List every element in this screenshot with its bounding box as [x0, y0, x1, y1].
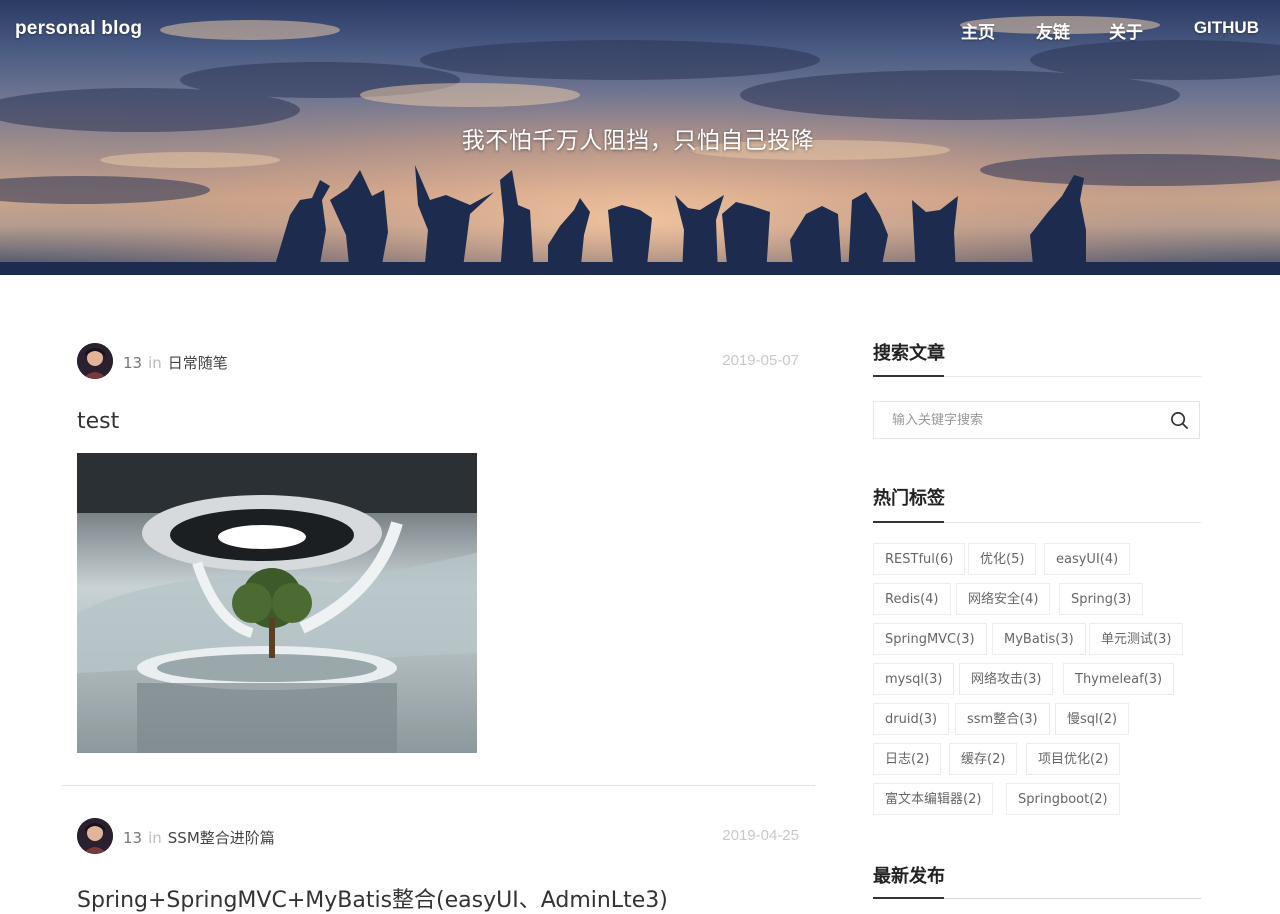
search-box [873, 401, 1200, 439]
widget-underline [873, 897, 1201, 899]
author-avatar[interactable] [77, 343, 113, 379]
widget-underline [873, 521, 1201, 523]
author-name[interactable]: 13 [123, 354, 142, 372]
in-label: in [148, 829, 162, 847]
nav-github-link[interactable]: GITHUB [1194, 18, 1259, 38]
tags-widget-title: 热门标签 [873, 488, 945, 509]
tag-item[interactable]: Spring(3) [1059, 583, 1144, 615]
post-thumbnail[interactable] [77, 453, 477, 753]
hero-banner: personal blog 主页 友链 关于 GITHUB 我不怕千万人阻挡，只… [0, 0, 1280, 275]
latest-widget-title: 最新发布 [873, 866, 945, 887]
nav-about-link[interactable]: 关于 [1109, 18, 1143, 43]
tag-item[interactable]: 网络攻击(3) [959, 663, 1054, 695]
tag-item[interactable]: MyBatis(3) [992, 623, 1086, 655]
tag-item[interactable]: druid(3) [873, 703, 950, 735]
tag-item[interactable]: 单元测试(3) [1089, 623, 1184, 655]
search-input[interactable] [874, 402, 1164, 438]
post-card: 13 in 日常随笔 2019-05-07 test [62, 343, 815, 763]
tag-item[interactable]: 日志(2) [873, 743, 942, 775]
post-category[interactable]: 日常随笔 [168, 354, 228, 372]
tag-item[interactable]: 优化(5) [968, 543, 1037, 575]
nav-links-link[interactable]: 友链 [1036, 18, 1070, 43]
post-title[interactable]: test [77, 409, 119, 434]
hero-motto: 我不怕千万人阻挡，只怕自己投降 [461, 128, 815, 154]
tag-item[interactable]: 富文本编辑器(2) [873, 783, 994, 815]
nav-home-link[interactable]: 主页 [961, 18, 995, 43]
post-meta: 13 in 日常随笔 [123, 352, 228, 373]
tag-item[interactable]: Springboot(2) [1006, 783, 1120, 815]
post-meta: 13 in SSM整合进阶篇 [123, 827, 275, 848]
tag-item[interactable]: mysql(3) [873, 663, 955, 695]
post-title[interactable]: Spring+SpringMVC+MyBatis整合(easyUI、AdminL… [77, 882, 668, 914]
tag-item[interactable]: 项目优化(2) [1026, 743, 1121, 775]
tag-item[interactable]: SpringMVC(3) [873, 623, 987, 655]
tag-item[interactable]: 网络安全(4) [956, 583, 1051, 615]
in-label: in [148, 354, 162, 372]
tag-item[interactable]: 缓存(2) [949, 743, 1018, 775]
post-date: 2019-04-25 [722, 827, 799, 844]
post-category[interactable]: SSM整合进阶篇 [168, 829, 275, 847]
tag-item[interactable]: easyUI(4) [1044, 543, 1131, 575]
search-widget-title: 搜索文章 [873, 343, 945, 364]
tag-item[interactable]: ssm整合(3) [955, 703, 1050, 735]
post-divider [62, 785, 815, 786]
tag-item[interactable]: RESTful(6) [873, 543, 966, 575]
site-brand[interactable]: personal blog [15, 18, 142, 40]
tag-item[interactable]: Redis(4) [873, 583, 951, 615]
author-avatar[interactable] [77, 818, 113, 854]
post-card: 13 in SSM整合进阶篇 2019-04-25 Spring+SpringMVC… [62, 818, 815, 913]
widget-underline [873, 375, 1201, 377]
search-icon[interactable] [1170, 411, 1189, 430]
tag-item[interactable]: Thymeleaf(3) [1063, 663, 1175, 695]
tag-item[interactable]: 慢sql(2) [1055, 703, 1130, 735]
post-date: 2019-05-07 [722, 352, 799, 369]
author-name[interactable]: 13 [123, 829, 142, 847]
